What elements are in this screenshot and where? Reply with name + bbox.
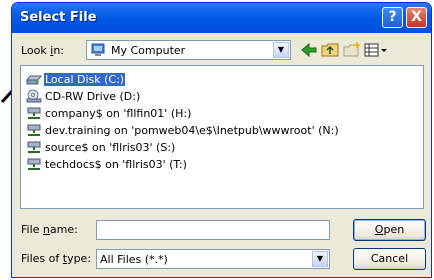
file-type-dropdown[interactable]: All Files (*.*) ▼ <box>96 249 330 269</box>
file-name-mnemonic: n <box>42 223 50 236</box>
file-name-label-post: ame: <box>49 223 78 236</box>
close-button[interactable]: X <box>406 7 427 28</box>
select-file-dialog: Select File ? X Look in: My Computer ▼ L… <box>11 2 432 278</box>
open-label-rest: pen <box>383 223 405 236</box>
look-in-label-rest: n: <box>53 44 65 57</box>
help-button[interactable]: ? <box>382 7 403 28</box>
list-item-label: company$ on 'fllfin01' (H:) <box>45 106 192 120</box>
network-drive-icon <box>27 158 41 170</box>
list-item-label: CD-RW Drive (D:) <box>45 89 141 103</box>
title-bar[interactable]: Select File ? X <box>12 3 431 33</box>
list-item[interactable]: Local Disk (C:) <box>26 71 127 87</box>
file-type-label: Files of type: <box>21 252 91 265</box>
look-in-dropdown[interactable]: My Computer ▼ <box>86 40 291 60</box>
chevron-down-icon[interactable]: ▼ <box>273 42 289 58</box>
open-button[interactable]: Open <box>353 219 426 241</box>
up-folder-icon[interactable] <box>320 41 340 59</box>
list-item[interactable]: techdocs$ on 'fllris03' (T:) <box>26 156 188 172</box>
file-name-label-pre: File <box>21 223 43 236</box>
cd-drive-icon <box>26 89 42 103</box>
list-item[interactable]: dev.training on 'pomweb04\e$\Inetpub\www… <box>26 122 340 138</box>
file-type-value: All Files (*.*) <box>100 253 168 266</box>
list-item[interactable]: source$ on 'fllris03' (S:) <box>26 139 176 155</box>
file-name-field[interactable] <box>96 220 330 240</box>
window-title: Select File <box>20 10 97 25</box>
list-item-label: source$ on 'fllris03' (S:) <box>45 140 176 154</box>
view-menu-icon[interactable] <box>363 41 389 59</box>
file-type-label-pre: Files of <box>21 252 63 265</box>
list-item[interactable]: CD-RW Drive (D:) <box>26 88 141 104</box>
cancel-button[interactable]: Cancel <box>353 248 426 270</box>
list-item-label: dev.training on 'pomweb04\e$\Inetpub\www… <box>45 123 339 137</box>
network-drive-icon <box>27 107 41 119</box>
back-arrow-icon[interactable] <box>299 41 319 59</box>
network-drive-icon <box>27 124 41 136</box>
file-name-label: File name: <box>21 223 78 236</box>
list-item-label: techdocs$ on 'fllris03' (T:) <box>45 157 187 171</box>
network-drive-icon <box>27 141 41 153</box>
list-item[interactable]: company$ on 'fllfin01' (H:) <box>26 105 192 121</box>
my-computer-icon <box>91 43 105 56</box>
chevron-down-icon[interactable]: ▼ <box>312 251 328 267</box>
list-item-label: Local Disk (C:) <box>42 71 127 87</box>
new-folder-icon[interactable] <box>342 41 362 59</box>
look-in-value: My Computer <box>111 44 186 57</box>
file-type-label-post: ype: <box>67 252 92 265</box>
file-list[interactable]: Local Disk (C:) CD-RW Drive (D:) company… <box>20 65 424 209</box>
look-in-label: Look in: <box>21 44 64 57</box>
hard-drive-icon <box>26 75 42 85</box>
look-in-label-text: Look <box>21 44 51 57</box>
